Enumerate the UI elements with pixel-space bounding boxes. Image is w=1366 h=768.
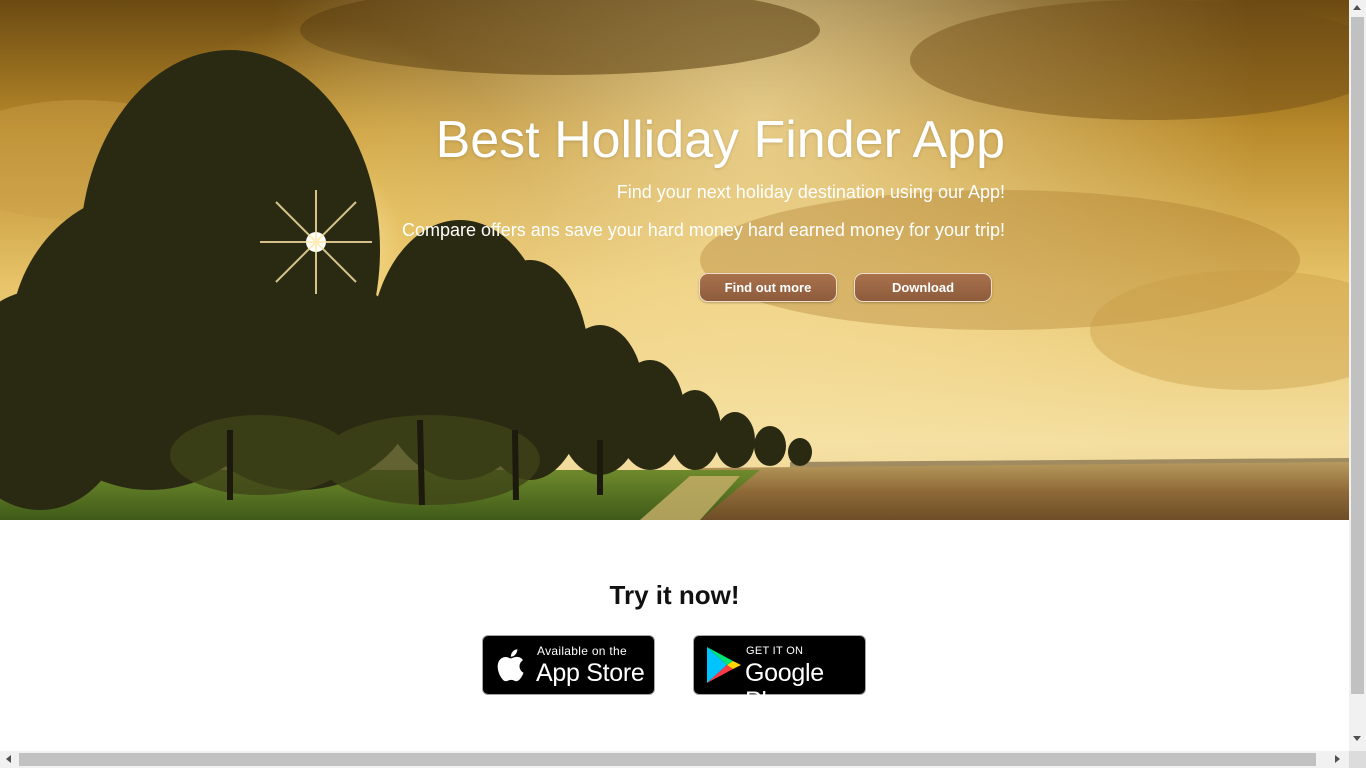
hero-content: Best Holliday Finder App Find your next …	[380, 108, 1005, 302]
hero-subtitle: Find your next holiday destination using…	[616, 182, 1005, 202]
page-viewport: Best Holliday Finder App Find your next …	[0, 0, 1349, 751]
download-button[interactable]: Download	[854, 273, 992, 302]
find-out-more-button[interactable]: Find out more	[699, 273, 837, 302]
google-play-small-label: GET IT ON	[746, 645, 804, 657]
scroll-up-arrow-icon[interactable]	[1353, 5, 1361, 10]
hero-section: Best Holliday Finder App Find your next …	[0, 0, 1349, 520]
hero-subtitle-secondary: Compare offers ans save your hard money …	[402, 220, 1005, 240]
vertical-scrollbar-thumb[interactable]	[1351, 17, 1364, 694]
apple-icon	[497, 649, 524, 682]
vertical-scrollbar[interactable]	[1349, 0, 1366, 751]
try-it-now-heading: Try it now!	[609, 580, 740, 610]
google-play-icon	[707, 647, 741, 683]
horizontal-scrollbar[interactable]	[0, 751, 1349, 768]
hero-title: Best Holliday Finder App	[435, 111, 1005, 169]
scrollbar-corner	[1349, 751, 1366, 768]
scroll-right-arrow-icon[interactable]	[1335, 755, 1340, 763]
app-store-badge[interactable]: Available on the App Store	[482, 635, 655, 695]
google-play-big-label: Google Play	[745, 659, 824, 715]
scroll-left-arrow-icon[interactable]	[6, 755, 11, 763]
scroll-down-arrow-icon[interactable]	[1353, 736, 1361, 741]
app-store-big-label: App Store	[536, 659, 645, 687]
horizontal-scrollbar-thumb[interactable]	[19, 753, 1316, 766]
google-play-badge[interactable]: GET IT ON Google Play	[693, 635, 866, 715]
hero-button-group: Find out more Download	[380, 273, 1005, 302]
app-store-small-label: Available on the	[537, 644, 627, 658]
